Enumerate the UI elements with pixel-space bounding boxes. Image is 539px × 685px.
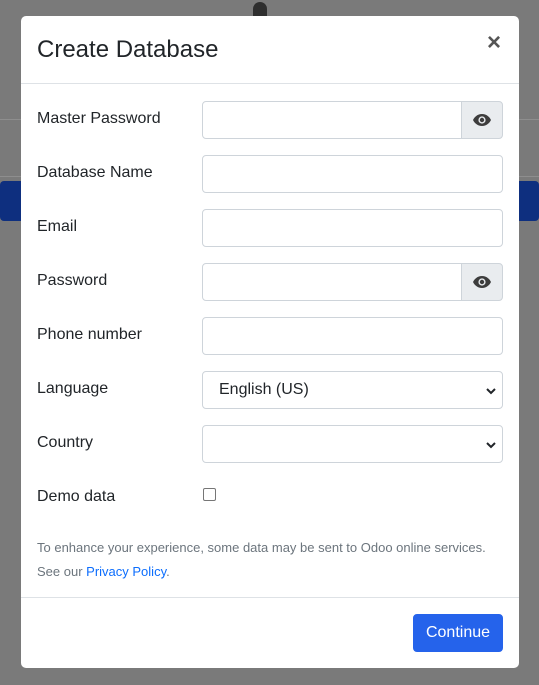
close-button[interactable]: × [485,31,503,55]
demo-data-label: Demo data [37,488,116,505]
language-select[interactable]: English (US) [202,371,503,409]
email-input[interactable] [202,209,503,247]
password-row: Password [37,263,503,301]
country-row: Country [37,425,503,463]
master-password-label: Master Password [37,110,161,127]
database-name-row: Database Name [37,155,503,193]
database-name-label: Database Name [37,164,153,181]
continue-button[interactable]: Continue [413,614,503,652]
create-database-dialog: Create Database × Master Password Databa… [21,16,519,668]
privacy-policy-link[interactable]: Privacy Policy [86,564,166,579]
eye-icon [473,276,491,288]
dialog-footer: Continue [21,597,519,668]
demo-data-row: Demo data [37,483,503,521]
demo-data-checkbox[interactable] [203,488,216,501]
country-select[interactable] [202,425,503,463]
password-input[interactable] [202,263,462,301]
language-label: Language [37,380,109,397]
chevron-down-icon [486,442,496,449]
master-password-input[interactable] [202,101,462,139]
notice-line-2: See our Privacy Policy. [37,560,503,584]
eye-icon [473,114,491,126]
phone-input[interactable] [202,317,503,355]
language-selected-value: English (US) [219,381,309,398]
password-label: Password [37,272,108,289]
show-password-button[interactable] [461,263,503,301]
dialog-title: Create Database [37,36,219,63]
database-name-input[interactable] [202,155,503,193]
notice-suffix: . [166,564,170,579]
phone-row: Phone number [37,317,503,355]
dialog-header: Create Database × [21,16,519,84]
chevron-down-icon [486,388,496,395]
email-label: Email [37,218,78,235]
phone-label: Phone number [37,326,142,343]
data-sharing-notice: To enhance your experience, some data ma… [37,536,503,584]
master-password-row: Master Password [37,101,503,139]
notice-prefix: See our [37,564,87,579]
email-row: Email [37,209,503,247]
language-row: Language English (US) [37,371,503,409]
country-label: Country [37,434,94,451]
show-master-password-button[interactable] [461,101,503,139]
notice-line-1: To enhance your experience, some data ma… [37,540,486,555]
